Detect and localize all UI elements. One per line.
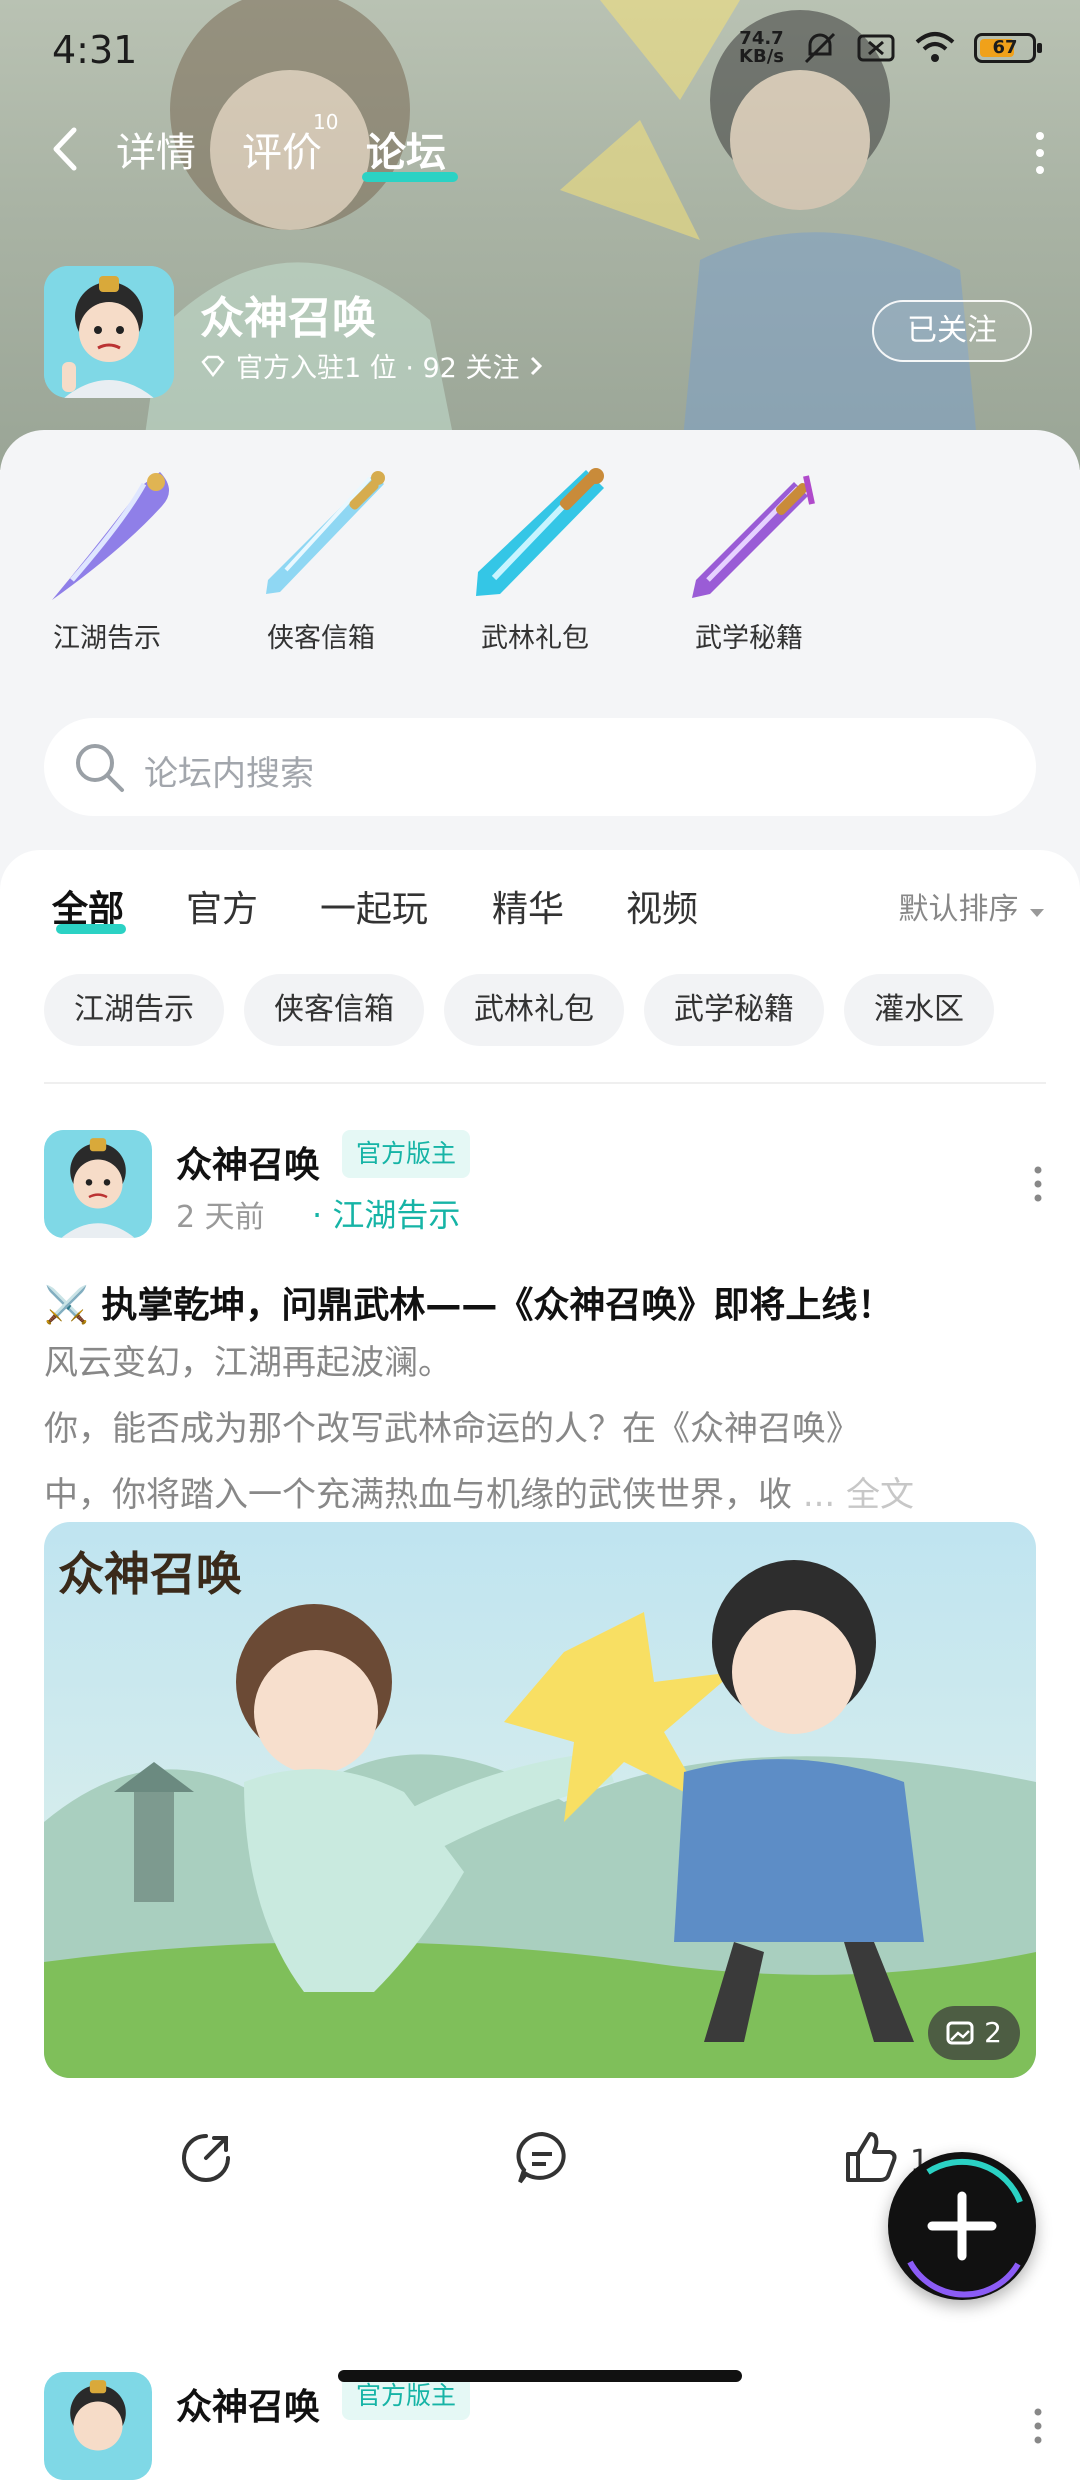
post-time: 2 天前 bbox=[176, 1200, 265, 1235]
purple-sword-icon bbox=[692, 475, 815, 598]
wifi-icon bbox=[915, 32, 955, 62]
status-bar: 4:31 74.7 KB/s 67 bbox=[0, 0, 1080, 100]
post-title[interactable]: ⚔️ 执掌乾坤，问鼎武林——《众神召唤》即将上线！ bbox=[44, 1276, 1044, 1328]
network-speed-unit: KB/s bbox=[739, 46, 784, 67]
new-post-button[interactable] bbox=[888, 2152, 1036, 2300]
sort-label: 默认排序 bbox=[898, 892, 1019, 927]
shortcut-martial-arts[interactable]: 武学秘籍 bbox=[674, 460, 824, 655]
post-body-line: 中，你将踏入一个充满热血与机缘的武侠世界，收 ... 全文 bbox=[44, 1462, 1044, 1528]
search-icon bbox=[76, 744, 124, 792]
sword-icon bbox=[266, 471, 385, 594]
follow-button[interactable]: 已关注 bbox=[872, 300, 1032, 362]
tab-forum-indicator bbox=[362, 172, 458, 182]
post-author-name[interactable]: 众神召唤 bbox=[176, 1136, 320, 1188]
post-category-label: 江湖告示 bbox=[332, 1196, 461, 1234]
comment-icon[interactable] bbox=[512, 2128, 572, 2188]
sort-dropdown[interactable]: 默认排序 bbox=[898, 884, 1046, 928]
status-icons: 74.7 KB/s 67 bbox=[739, 30, 1042, 66]
post-category[interactable]: · 江湖告示 bbox=[312, 1190, 460, 1236]
shortcut-label: 侠客信箱 bbox=[267, 623, 375, 654]
tab-details[interactable]: 详情 bbox=[116, 120, 196, 178]
forum-search[interactable]: 论坛内搜索 bbox=[44, 718, 1036, 816]
chip-martial-arts[interactable]: 武学秘籍 bbox=[644, 974, 824, 1046]
image-count: 2 bbox=[984, 2016, 1002, 2049]
image-count-badge: 2 bbox=[928, 2006, 1020, 2060]
post-author-avatar[interactable] bbox=[44, 2372, 152, 2480]
shortcut-mailbox[interactable]: 侠客信箱 bbox=[246, 460, 396, 655]
search-placeholder: 论坛内搜索 bbox=[144, 754, 314, 794]
game-info: 众神召唤 官方入驻1 位 · 92 关注 已关注 bbox=[44, 266, 1044, 406]
chip-mailbox[interactable]: 侠客信箱 bbox=[244, 974, 424, 1046]
post-body-line-text: 中，你将踏入一个充满热血与机缘的武侠世界，收 bbox=[44, 1475, 792, 1515]
forum-sheet: 江湖告示 侠客信箱 武林礼包 武学秘籍 论坛内搜索 全部 官方 一起玩 精华 视… bbox=[0, 430, 1080, 2480]
header-hero: 4:31 74.7 KB/s 67 详情 评价 10 论坛 众神召唤 官方入驻1… bbox=[0, 0, 1080, 470]
chevron-right-icon bbox=[531, 356, 543, 375]
shortcut-label: 武学秘籍 bbox=[695, 623, 803, 654]
no-sim-icon bbox=[857, 34, 895, 62]
shortcut-gift-pack[interactable]: 武林礼包 bbox=[460, 460, 610, 655]
post-image[interactable]: 众神召唤 2 bbox=[44, 1522, 1036, 2078]
top-navigation: 详情 评价 10 论坛 bbox=[0, 110, 1080, 190]
post-more-icon[interactable] bbox=[1028, 2406, 1048, 2446]
mute-icon bbox=[804, 32, 836, 64]
game-meta[interactable]: 官方入驻1 位 · 92 关注 bbox=[200, 346, 543, 385]
post-card-next[interactable]: 众神召唤 官方版主 bbox=[0, 2350, 1080, 2480]
tab-reviews[interactable]: 评价 bbox=[242, 120, 322, 178]
forum-shortcuts: 江湖告示 侠客信箱 武林礼包 武学秘籍 bbox=[0, 460, 1080, 654]
game-name: 众神召唤 bbox=[200, 293, 376, 344]
read-more-link[interactable]: ... 全文 bbox=[803, 1475, 914, 1515]
home-indicator[interactable] bbox=[338, 2370, 742, 2382]
tab-video[interactable]: 视频 bbox=[626, 880, 698, 932]
tab-all-indicator bbox=[56, 924, 126, 934]
post-body[interactable]: 风云变幻，江湖再起波澜。 你，能否成为那个改写武林命运的人？在《众神召唤》 中，… bbox=[44, 1330, 1044, 1528]
share-icon[interactable] bbox=[176, 2128, 236, 2188]
tab-official[interactable]: 官方 bbox=[186, 880, 258, 932]
tab-forum[interactable]: 论坛 bbox=[366, 120, 446, 178]
feed-tabs: 全部 官方 一起玩 精华 视频 默认排序 bbox=[0, 850, 1080, 970]
post-author-name[interactable]: 众神召唤 bbox=[176, 2378, 320, 2430]
post-body-line: 风云变幻，江湖再起波澜。 bbox=[44, 1343, 452, 1383]
artwork-logo: 众神召唤 bbox=[58, 1547, 242, 1601]
image-gallery-icon bbox=[946, 2021, 974, 2045]
status-time: 4:31 bbox=[52, 28, 138, 72]
chip-announcements[interactable]: 江湖告示 bbox=[44, 974, 224, 1046]
plus-icon bbox=[907, 2158, 1023, 2298]
curved-blade-icon bbox=[52, 472, 170, 600]
battery-cap bbox=[1037, 43, 1042, 53]
moderator-badge: 官方版主 bbox=[342, 1130, 471, 1178]
game-artwork bbox=[44, 1522, 1036, 2078]
diamond-icon bbox=[201, 355, 225, 377]
game-meta-text: 官方入驻1 位 · 92 关注 bbox=[236, 353, 520, 384]
divider bbox=[44, 1082, 1046, 1084]
back-arrow-icon[interactable] bbox=[46, 124, 86, 174]
game-avatar[interactable] bbox=[44, 266, 174, 398]
character-portrait-icon bbox=[44, 266, 174, 398]
network-speed: 74.7 KB/s bbox=[739, 30, 784, 66]
caret-down-icon bbox=[1030, 909, 1044, 917]
tab-play-together[interactable]: 一起玩 bbox=[320, 880, 428, 932]
chip-gift-pack[interactable]: 武林礼包 bbox=[444, 974, 624, 1046]
post-body-line: 你，能否成为那个改写武林命运的人？在《众神召唤》 bbox=[44, 1409, 860, 1449]
battery-percent: 67 bbox=[992, 37, 1018, 58]
character-portrait-icon bbox=[44, 2372, 152, 2480]
post-more-icon[interactable] bbox=[1028, 1164, 1048, 1204]
shortcut-announcements[interactable]: 江湖告示 bbox=[32, 460, 182, 655]
shortcut-label: 江湖告示 bbox=[53, 623, 161, 654]
tab-featured[interactable]: 精华 bbox=[492, 880, 564, 932]
broad-sword-icon bbox=[476, 468, 604, 596]
reviews-count-badge: 10 bbox=[313, 110, 339, 134]
battery-icon: 67 bbox=[974, 33, 1042, 63]
category-chips: 江湖告示 侠客信箱 武林礼包 武学秘籍 灌水区 bbox=[44, 974, 994, 1046]
chip-chat-zone[interactable]: 灌水区 bbox=[844, 974, 994, 1046]
more-options-icon[interactable] bbox=[1030, 130, 1050, 176]
post-author-avatar[interactable] bbox=[44, 1130, 152, 1238]
character-portrait-icon bbox=[44, 1130, 152, 1238]
shortcut-label: 武林礼包 bbox=[481, 623, 589, 654]
